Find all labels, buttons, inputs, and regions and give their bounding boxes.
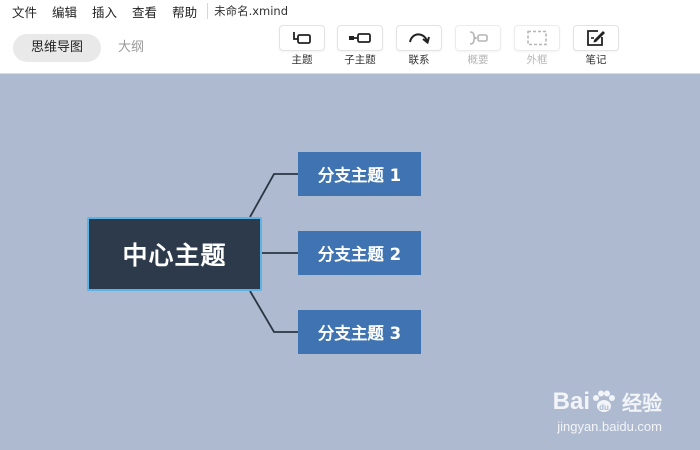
relationship-icon <box>409 33 430 45</box>
branch-topic-3[interactable]: 分支主题 3 <box>298 310 421 354</box>
summary-tool[interactable]: 概要 <box>454 25 502 66</box>
branch-topic-1[interactable]: 分支主题 1 <box>298 152 421 196</box>
note-button[interactable] <box>573 25 619 51</box>
central-topic[interactable]: 中心主题 <box>87 217 262 291</box>
note-tool[interactable]: 笔记 <box>572 25 620 66</box>
watermark-logo: Bai du 经验 <box>553 387 662 416</box>
note-label: 笔记 <box>585 54 607 66</box>
subtopic-label: 子主题 <box>344 54 376 66</box>
branch-topic-2[interactable]: 分支主题 2 <box>298 231 421 275</box>
boundary-button[interactable] <box>514 25 560 51</box>
subtopic-button[interactable] <box>337 25 383 51</box>
menu-insert[interactable]: 插入 <box>92 2 117 21</box>
note-icon <box>587 30 605 46</box>
menu-bar: 文件 编辑 插入 查看 帮助 未命名.xmind <box>0 0 700 22</box>
watermark-url: jingyan.baidu.com <box>557 419 662 434</box>
boundary-icon <box>527 30 547 46</box>
menu-edit[interactable]: 编辑 <box>52 2 77 21</box>
watermark-logo-text: Bai <box>552 387 590 415</box>
tab-mindmap[interactable]: 思维导图 <box>13 34 101 62</box>
mindmap-canvas[interactable]: 中心主题 分支主题 1 分支主题 2 分支主题 3 Bai du 经验 jing… <box>0 75 700 450</box>
summary-label: 概要 <box>467 54 489 66</box>
subtopic-icon <box>349 33 371 43</box>
relationship-tool[interactable]: 联系 <box>395 25 443 66</box>
menu-file[interactable]: 文件 <box>12 2 37 21</box>
menu-view[interactable]: 查看 <box>132 2 157 21</box>
paw-icon: du <box>593 390 615 412</box>
summary-icon <box>469 31 488 45</box>
subtopic-tool[interactable]: 子主题 <box>336 25 384 66</box>
summary-button[interactable] <box>455 25 501 51</box>
boundary-tool[interactable]: 外框 <box>513 25 561 66</box>
menu-help[interactable]: 帮助 <box>172 2 197 21</box>
boundary-label: 外框 <box>526 54 548 66</box>
topic-icon <box>293 32 311 44</box>
file-title: 未命名.xmind <box>207 3 288 19</box>
topic-button[interactable] <box>279 25 325 51</box>
connector-branch-1 <box>249 173 298 218</box>
toolbar: 思维导图 大纲 主题 子主题 联系 概要 外框 笔记 <box>0 22 700 74</box>
tab-outline[interactable]: 大纲 <box>108 34 154 62</box>
baidu-watermark: Bai du 经验 jingyan.baidu.com <box>553 387 662 435</box>
connector-branch-3 <box>249 290 298 333</box>
watermark-logo-cn: 经验 <box>622 391 662 415</box>
relationship-label: 联系 <box>408 54 430 66</box>
topic-tool[interactable]: 主题 <box>278 25 326 66</box>
relationship-button[interactable] <box>396 25 442 51</box>
svg-text:du: du <box>599 403 609 412</box>
topic-label: 主题 <box>291 54 313 66</box>
